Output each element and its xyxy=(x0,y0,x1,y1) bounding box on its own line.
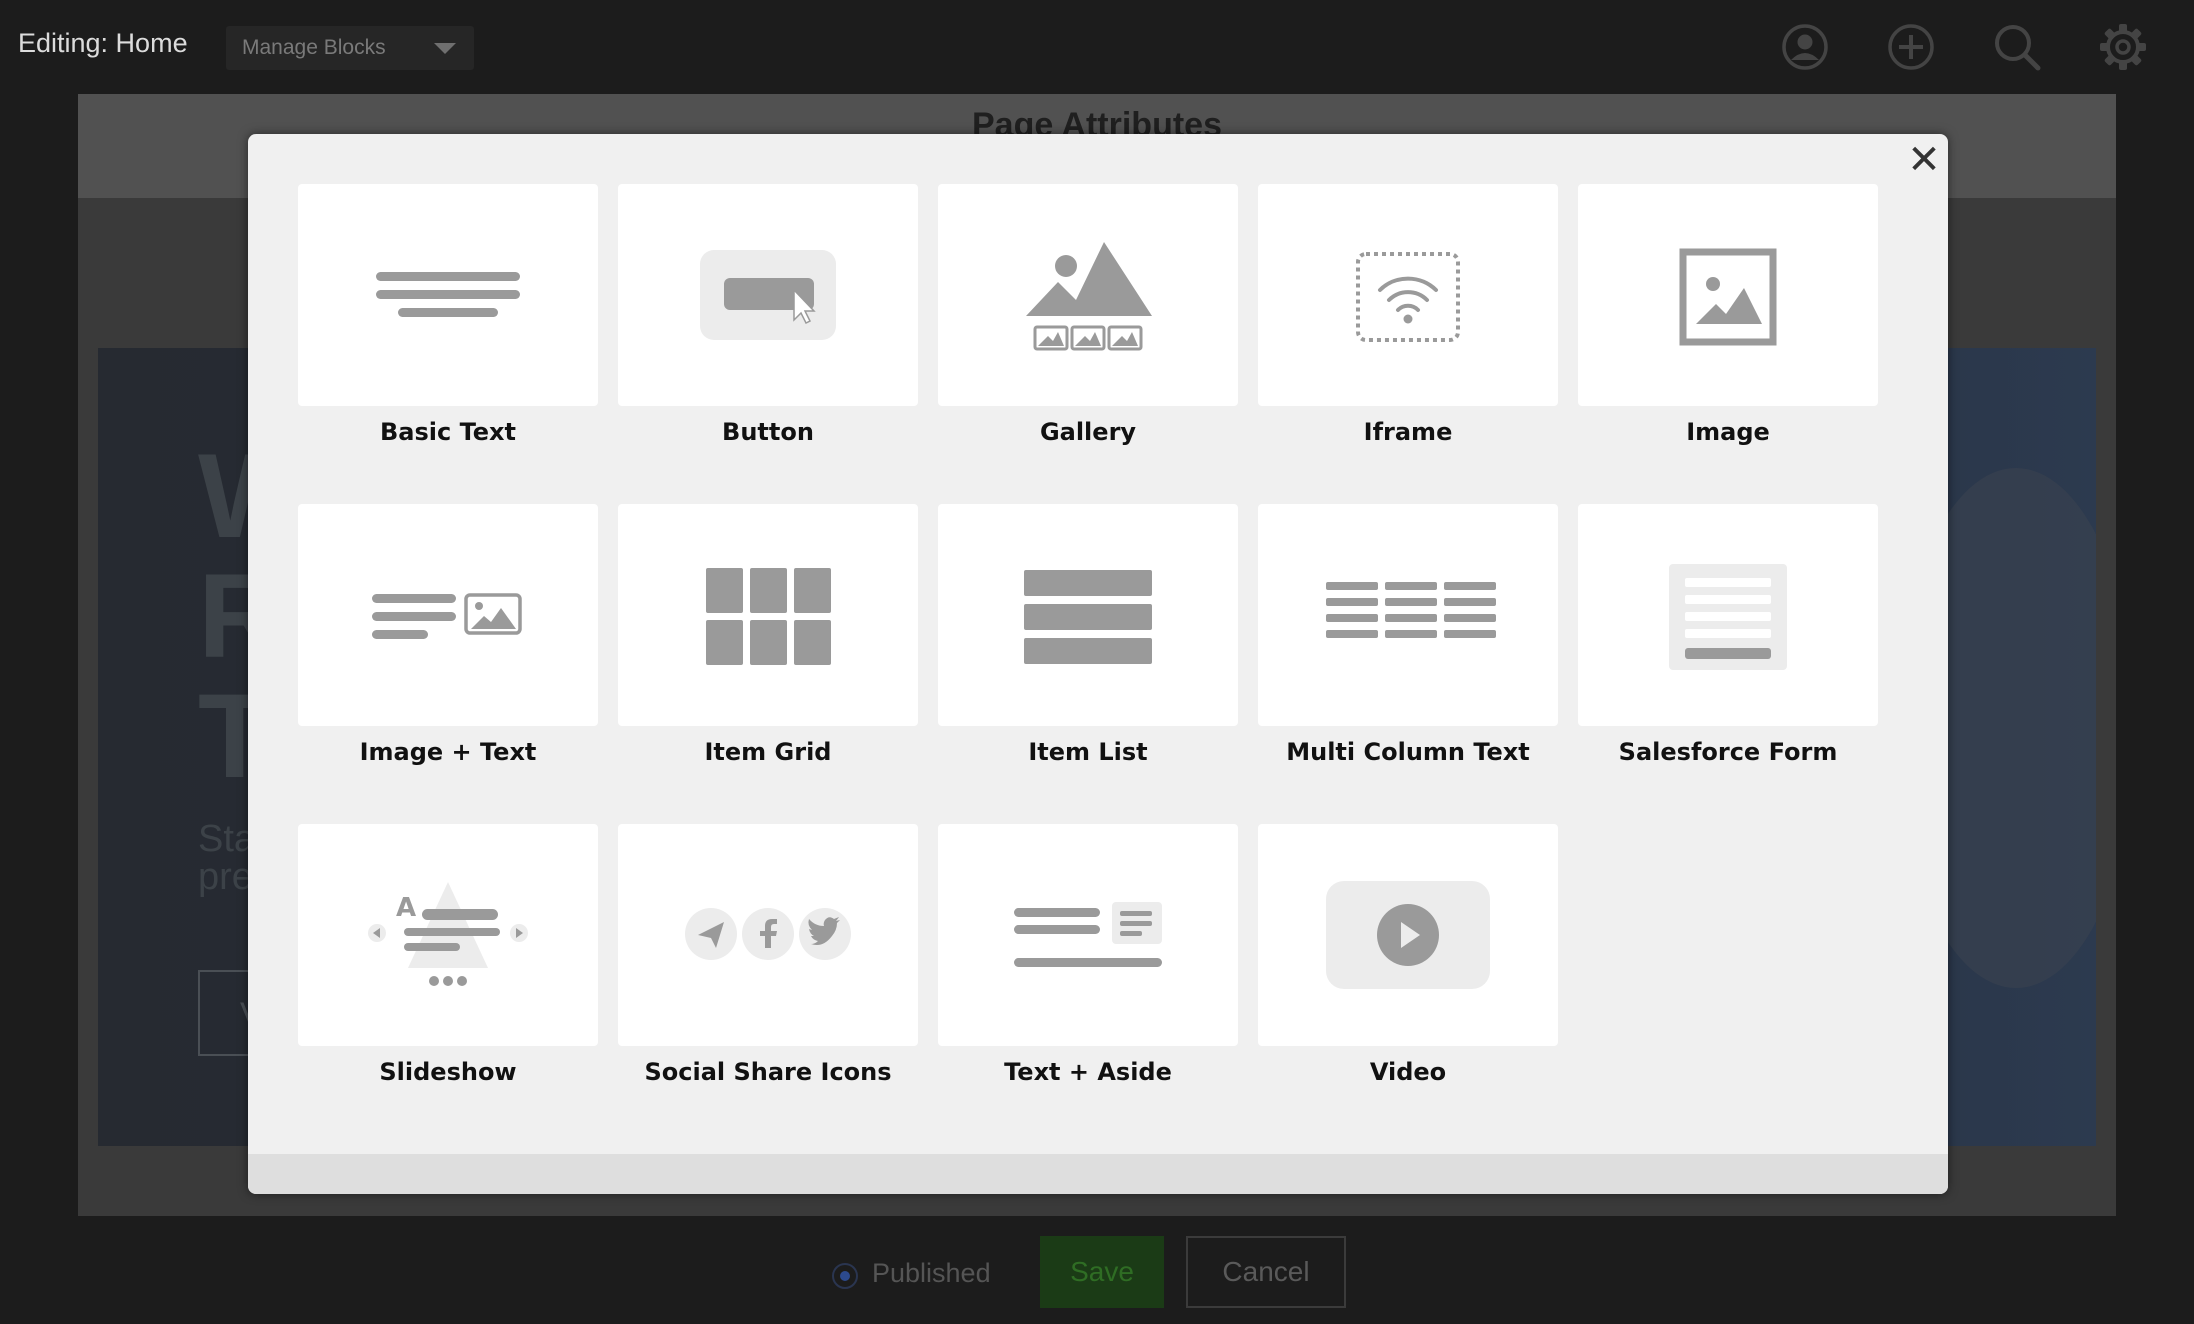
manage-blocks-dropdown[interactable]: Manage Blocks xyxy=(226,26,474,70)
gallery-icon xyxy=(1026,242,1152,351)
block-tile-video[interactable]: Video xyxy=(1258,824,1558,1124)
block-card[interactable] xyxy=(618,824,918,1046)
save-button[interactable]: Save xyxy=(1040,1236,1164,1308)
block-card[interactable] xyxy=(298,504,598,726)
button-icon xyxy=(700,250,836,340)
block-label: Video xyxy=(1369,1058,1447,1086)
block-label: Iframe xyxy=(1363,418,1453,446)
add-icon[interactable] xyxy=(1886,22,1936,72)
video-icon xyxy=(1326,881,1490,989)
top-bar: Editing: Home Manage Blocks xyxy=(0,0,2194,94)
image-icon xyxy=(1679,248,1777,346)
block-card[interactable] xyxy=(938,824,1238,1046)
multi-column-text-icon xyxy=(1326,582,1496,638)
block-label: Text + Aside xyxy=(1004,1058,1172,1086)
block-tile-text-aside[interactable]: Text + Aside xyxy=(938,824,1238,1124)
block-card[interactable] xyxy=(298,184,598,406)
svg-text:A: A xyxy=(396,893,416,923)
block-card[interactable]: A xyxy=(298,824,598,1046)
item-list-icon xyxy=(1024,570,1152,664)
block-tile-iframe[interactable]: Iframe xyxy=(1258,184,1558,484)
published-radio[interactable] xyxy=(832,1263,858,1289)
block-label: Item List xyxy=(1028,738,1148,766)
social-share-icon xyxy=(685,908,851,960)
iframe-icon xyxy=(1356,252,1460,342)
block-tile-item-grid[interactable]: Item Grid xyxy=(618,504,918,804)
block-tile-salesforce-form[interactable]: Salesforce Form xyxy=(1578,504,1878,804)
block-tile-multi-column-text[interactable]: Multi Column Text xyxy=(1258,504,1558,804)
image-text-icon xyxy=(372,593,522,639)
gear-icon[interactable] xyxy=(2098,22,2148,72)
block-label: Multi Column Text xyxy=(1286,738,1530,766)
block-card[interactable] xyxy=(938,504,1238,726)
editing-title: Editing: Home xyxy=(18,28,188,58)
published-label: Published xyxy=(872,1258,991,1288)
block-label: Basic Text xyxy=(380,418,516,446)
search-icon[interactable] xyxy=(1992,22,2042,72)
block-label: Salesforce Form xyxy=(1618,738,1838,766)
text-aside-icon xyxy=(1014,902,1162,967)
slideshow-icon: A xyxy=(368,882,528,986)
user-icon[interactable] xyxy=(1780,22,1830,72)
salesforce-form-icon xyxy=(1669,564,1787,670)
block-card[interactable] xyxy=(618,184,918,406)
block-label: Gallery xyxy=(1039,418,1137,446)
item-grid-icon xyxy=(706,568,831,665)
block-tile-social-share-icons[interactable]: Social Share Icons xyxy=(618,824,918,1124)
block-label: Button xyxy=(722,418,814,446)
block-card[interactable] xyxy=(1258,504,1558,726)
block-card[interactable] xyxy=(1578,184,1878,406)
block-card[interactable] xyxy=(1258,824,1558,1046)
chevron-down-icon xyxy=(434,43,456,54)
block-card[interactable] xyxy=(1258,184,1558,406)
block-tile-slideshow[interactable]: A Slideshow xyxy=(298,824,598,1124)
block-label: Image + Text xyxy=(359,738,537,766)
block-card[interactable] xyxy=(618,504,918,726)
basic-text-icon xyxy=(376,272,520,317)
block-label: Slideshow xyxy=(379,1058,517,1086)
manage-blocks-label: Manage Blocks xyxy=(242,36,386,59)
block-card[interactable] xyxy=(938,184,1238,406)
block-tile-button[interactable]: Button xyxy=(618,184,918,484)
block-label: Item Grid xyxy=(704,738,832,766)
block-card[interactable] xyxy=(1578,504,1878,726)
close-icon[interactable]: ✕ xyxy=(1904,140,1944,180)
block-label: Social Share Icons xyxy=(644,1058,892,1086)
cancel-button[interactable]: Cancel xyxy=(1186,1236,1346,1308)
block-tile-gallery[interactable]: Gallery xyxy=(938,184,1238,484)
modal-footer xyxy=(248,1154,1948,1194)
block-tile-item-list[interactable]: Item List xyxy=(938,504,1238,804)
block-tile-image[interactable]: Image xyxy=(1578,184,1878,484)
block-tile-image-text[interactable]: Image + Text xyxy=(298,504,598,804)
bottom-bar: Published Save Cancel xyxy=(0,1216,2194,1324)
add-block-modal: ✕ Basic Text Button Gallery Iframe Image… xyxy=(248,134,1948,1194)
block-tile-basic-text[interactable]: Basic Text xyxy=(298,184,598,484)
block-label: Image xyxy=(1686,418,1770,446)
